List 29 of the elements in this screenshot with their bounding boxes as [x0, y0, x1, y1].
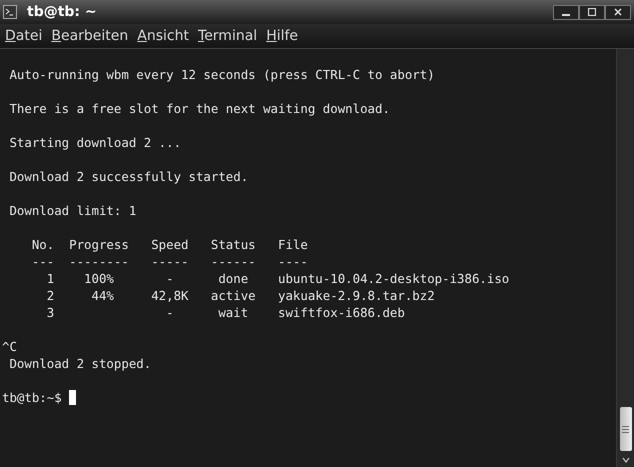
close-icon: [614, 8, 622, 16]
close-button[interactable]: [605, 4, 631, 20]
menu-item[interactable]: Ansicht: [137, 29, 189, 43]
terminal-line: No. Progress Speed Status File: [30, 236, 308, 253]
terminal-line: 2 44% 42,8K active yakuake-2.9.8.tar.bz2: [46, 287, 435, 304]
scrollbar-thumb[interactable]: [620, 407, 632, 451]
terminal-line: Download 2 stopped.: [8, 355, 152, 372]
terminal-line: Starting download 2 ...: [8, 134, 182, 151]
minimize-button[interactable]: [553, 4, 579, 20]
menu-item[interactable]: Datei: [5, 29, 42, 43]
menu-item[interactable]: Terminal: [198, 29, 258, 43]
terminal-line: ^C: [2, 338, 17, 355]
terminal-line: --- -------- ----- ------ ----: [30, 253, 308, 270]
terminal-line: Auto-running wbm every 12 seconds (press CTRL-C to abort): [8, 66, 435, 83]
shell-prompt: tb@tb:~$: [2, 389, 63, 406]
terminal-line: There is a free slot for the next waiting download.: [8, 100, 390, 117]
maximize-icon: [588, 8, 596, 16]
window-title: tb@tb: ~: [27, 2, 97, 22]
maximize-button[interactable]: [579, 4, 605, 20]
scrollbar[interactable]: [616, 49, 634, 467]
terminal-line: Download 2 successfully started.: [8, 168, 248, 185]
scroll-down-icon[interactable]: [622, 457, 630, 463]
menu-item[interactable]: Hilfe: [266, 29, 298, 43]
cursor: [69, 390, 76, 405]
terminal-line: Download limit: 1: [8, 202, 136, 219]
terminal-icon: [3, 5, 17, 19]
terminal-line: 3 - wait swiftfox-i686.deb: [46, 304, 405, 321]
terminal-line: 1 100% - done ubuntu-10.04.2-desktop-i386.iso: [46, 270, 510, 287]
menu-item[interactable]: Bearbeiten: [51, 29, 128, 43]
